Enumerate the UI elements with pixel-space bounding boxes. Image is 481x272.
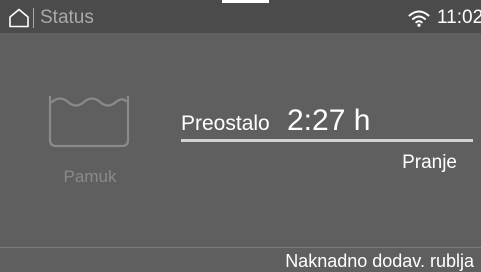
progress-fill	[181, 139, 473, 142]
status-bar: Status 11:02	[0, 0, 481, 33]
top-notch-indicator	[222, 0, 269, 3]
home-icon[interactable]	[8, 8, 30, 28]
bottom-divider	[0, 247, 481, 248]
wifi-icon	[408, 10, 430, 27]
status-separator	[33, 8, 34, 28]
phase-label: Pranje	[402, 152, 457, 173]
progress-bar	[181, 139, 473, 142]
status-title: Status	[40, 7, 94, 28]
add-laundry-button[interactable]: Naknadno dodav. rublja	[285, 250, 474, 272]
clock: 11:02	[437, 7, 481, 28]
remaining-label: Preostalo	[181, 112, 270, 135]
washtub-icon	[48, 96, 130, 148]
program-name: Pamuk	[63, 167, 117, 186]
remaining-time: 2:27 h	[287, 104, 371, 137]
